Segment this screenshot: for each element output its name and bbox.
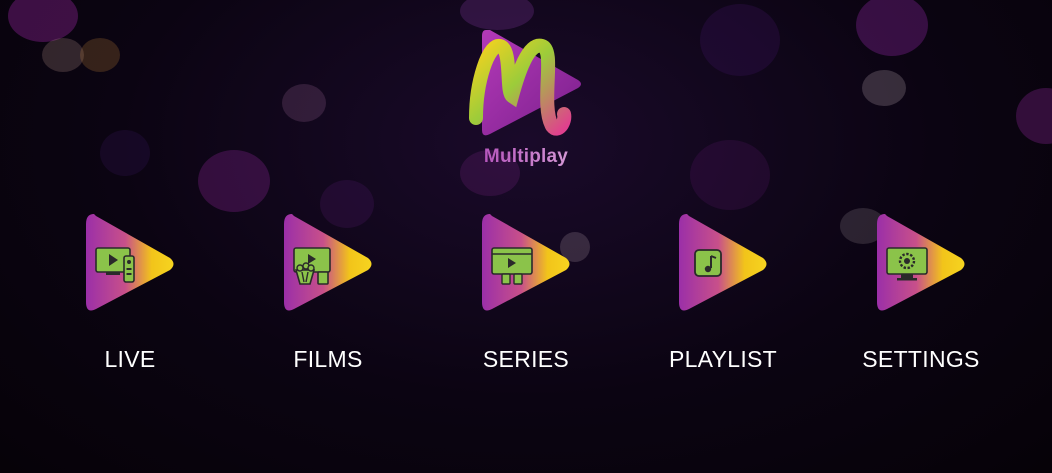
menu-label-films: FILMS bbox=[293, 346, 363, 372]
menu-label-live: LIVE bbox=[104, 346, 156, 372]
menu-label-playlist: PLAYLIST bbox=[668, 346, 778, 372]
menu-item-live[interactable]: LIVE bbox=[60, 208, 200, 388]
app-name: Multiplay bbox=[468, 146, 584, 168]
film-popcorn-icon bbox=[293, 247, 331, 285]
play-tile-icon bbox=[86, 214, 174, 311]
play-tile-icon bbox=[284, 214, 372, 311]
bokeh-light bbox=[80, 38, 120, 72]
menu-item-series[interactable]: SERIES bbox=[456, 208, 596, 388]
bokeh-light bbox=[690, 140, 770, 210]
bokeh-light bbox=[856, 0, 928, 56]
menu-label-series: SERIES bbox=[482, 346, 570, 372]
menu-item-settings[interactable]: SETTINGS bbox=[851, 208, 991, 388]
bokeh-light bbox=[700, 4, 780, 76]
bokeh-light bbox=[198, 150, 270, 212]
bokeh-light bbox=[1016, 88, 1052, 144]
bokeh-light bbox=[282, 84, 326, 122]
bokeh-light bbox=[100, 130, 150, 176]
play-tile-icon bbox=[877, 214, 965, 311]
bokeh-light bbox=[8, 0, 78, 42]
bokeh-light bbox=[862, 70, 906, 106]
play-tile-icon bbox=[679, 214, 767, 311]
bokeh-light bbox=[42, 38, 84, 72]
menu-label-settings: SETTINGS bbox=[862, 346, 980, 372]
menu-item-films[interactable]: FILMS bbox=[258, 208, 398, 388]
menu-item-playlist[interactable]: PLAYLIST bbox=[653, 208, 793, 388]
play-tile-icon bbox=[482, 214, 570, 311]
music-note-icon bbox=[694, 249, 722, 277]
